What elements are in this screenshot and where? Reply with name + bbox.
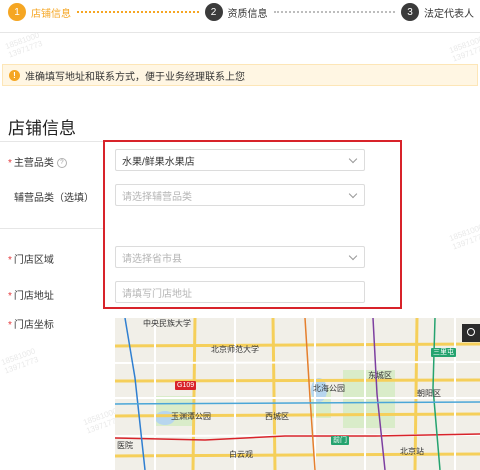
map-label-chaoyang: 朝阳区	[417, 389, 441, 398]
required-mark: *	[8, 255, 12, 266]
step-label: 资质信息	[227, 8, 268, 20]
map-road-tag: G109	[175, 381, 197, 390]
highlight-box	[103, 140, 402, 309]
coords-label: * 门店坐标	[8, 320, 54, 331]
map-label-xicheng: 西城区	[265, 412, 289, 421]
map-label-dongcheng: 东城区	[368, 371, 392, 380]
watermark: 18581000 13971773	[0, 346, 40, 376]
step-connector	[273, 11, 395, 13]
section-title: 店铺信息	[8, 119, 76, 139]
progress-steps: 1 店铺信息 2 资质信息 3 法定代表人	[0, 0, 480, 24]
map-place-tag: 三里屯	[431, 348, 456, 357]
area-label: * 门店区域	[8, 255, 54, 266]
step-connector	[77, 11, 199, 13]
watermark: 18581000 13971773	[447, 34, 480, 64]
step-qualification[interactable]: 2 资质信息	[204, 3, 268, 21]
map-place-tag: 前门	[331, 436, 349, 445]
step-store-info[interactable]: 1 店铺信息	[8, 3, 71, 21]
map-label-hospital: 医院	[117, 441, 133, 450]
map-label-beihai: 北海公园	[313, 384, 345, 393]
notice-banner: ! 准确填写地址和联系方式，便于业务经理联系上您	[2, 64, 478, 86]
store-location-map[interactable]: 中央民族大学 北京师范大学 北海公园 东城区 玉渊潭公园 西城区 朝阳区 医院 …	[115, 318, 480, 470]
map-label-beijing-station: 北京站	[400, 447, 424, 456]
map-label-baiyunguan: 白云观	[229, 450, 253, 459]
map-label-beishida: 北京师范大学	[211, 345, 259, 354]
map-search-icon[interactable]	[462, 324, 480, 342]
address-label: * 门店地址	[8, 291, 54, 302]
watermark: 18581000 13971773	[3, 30, 44, 60]
help-icon[interactable]: ?	[56, 158, 67, 169]
step-legal-rep[interactable]: 3 法定代表人	[401, 3, 474, 21]
map-label-yuyuantan: 玉渊潭公园	[171, 412, 211, 421]
step-label: 店铺信息	[31, 8, 71, 20]
required-mark: *	[8, 291, 12, 302]
form-divider	[0, 228, 103, 229]
warning-icon: !	[9, 69, 20, 81]
step-number: 2	[204, 3, 223, 21]
step-label: 法定代表人	[424, 8, 474, 20]
notice-text: 准确填写地址和联系方式，便于业务经理联系上您	[25, 71, 245, 83]
steps-divider	[0, 32, 480, 33]
section-divider	[0, 141, 103, 142]
required-mark: *	[8, 158, 12, 169]
main-category-label: * 主营品类?	[8, 154, 67, 169]
map-label-university: 中央民族大学	[143, 319, 191, 328]
step-number: 3	[401, 3, 419, 21]
required-mark: *	[8, 320, 12, 331]
watermark: 18581000 13971773	[447, 222, 480, 252]
sub-category-label: 辅营品类（选填）	[14, 193, 94, 204]
step-number: 1	[8, 3, 26, 21]
